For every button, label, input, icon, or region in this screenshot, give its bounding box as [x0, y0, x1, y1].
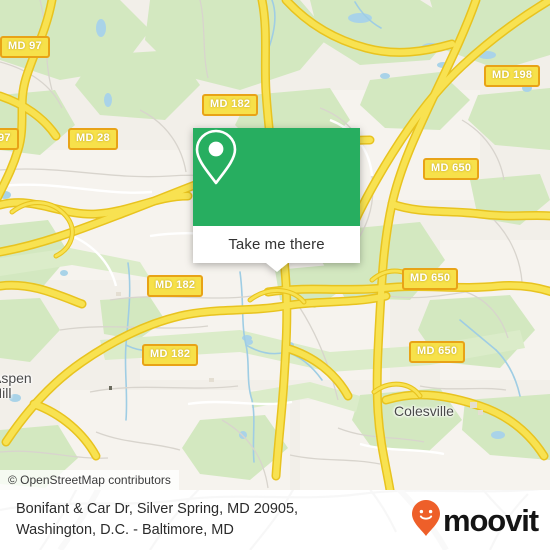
- road-shield: MD 182: [142, 344, 199, 366]
- road-shield: MD 650: [409, 341, 466, 363]
- moovit-wordmark: moovit: [442, 502, 539, 538]
- road-shield: MD 650: [423, 158, 480, 180]
- location-title-line-2: Washington, D.C. - Baltimore, MD: [16, 522, 234, 538]
- road-shield: MD 650: [402, 268, 459, 290]
- road-shield: MD 198: [484, 65, 541, 87]
- poi-marker-dot: [109, 386, 112, 390]
- popup-pointer: [265, 263, 288, 272]
- moovit-pin-smiley-icon: [411, 499, 441, 542]
- place-label-aspen-hill: Aspen Hill: [0, 370, 32, 401]
- location-title-line-1: Bonifant & Car Dr, Silver Spring, MD 209…: [16, 500, 299, 517]
- location-title: Bonifant & Car Dr, Silver Spring, MD 209…: [16, 499, 298, 541]
- footer-bar: Bonifant & Car Dr, Silver Spring, MD 209…: [0, 490, 550, 550]
- place-label-colesville: Colesville: [394, 403, 454, 419]
- road-shield: MD 182: [202, 94, 259, 116]
- moovit-logo[interactable]: moovit: [411, 499, 539, 542]
- map-canvas[interactable]: MD 97 MD 198 MD 182 MD 28 97 MD 650 MD 6…: [0, 0, 550, 490]
- destination-popup-card[interactable]: Take me there: [193, 128, 360, 272]
- road-shield: MD 182: [147, 275, 204, 297]
- map-attribution[interactable]: © OpenStreetMap contributors: [0, 470, 179, 490]
- popup-icon-area: [193, 128, 360, 226]
- map-share-card: MD 97 MD 198 MD 182 MD 28 97 MD 650 MD 6…: [0, 0, 550, 550]
- take-me-there-button[interactable]: Take me there: [228, 236, 324, 253]
- attribution-text: © OpenStreetMap contributors: [8, 473, 171, 487]
- road-shield: MD 28: [68, 128, 118, 150]
- popup-cta-area[interactable]: Take me there: [193, 226, 360, 263]
- road-shield: MD 97: [0, 36, 50, 58]
- road-shield: 97: [0, 128, 19, 150]
